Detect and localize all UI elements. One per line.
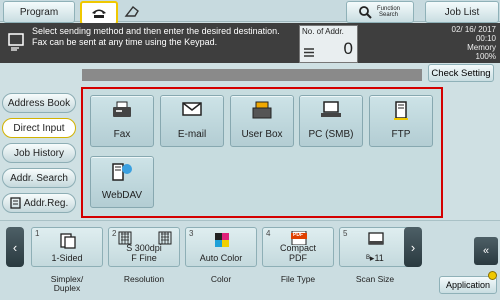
sidebar-item-direct-input[interactable]: Direct Input xyxy=(2,118,76,138)
one-sided-icon xyxy=(60,233,76,249)
address-count: 0 xyxy=(343,39,353,58)
input-bar xyxy=(82,69,422,81)
memory-value: 100% xyxy=(475,52,496,61)
application-button[interactable]: Application xyxy=(439,276,497,294)
resolution-setting[interactable]: 2 S 300dpi F Fine xyxy=(108,227,180,267)
scroll-right-button[interactable]: › xyxy=(404,227,422,267)
fax-mode-button[interactable] xyxy=(80,1,118,25)
check-setting-button[interactable]: Check Setting xyxy=(428,64,494,82)
webdav-tile[interactable]: WebDAV xyxy=(90,156,154,208)
pc-smb-tile[interactable]: PC (SMB) xyxy=(299,95,363,147)
register-icon xyxy=(10,197,21,209)
job-list-button[interactable]: Job List xyxy=(425,1,499,23)
search-icon xyxy=(358,6,372,19)
scan-size-icon xyxy=(368,232,384,245)
date-text: 02/ 16/ 2017 xyxy=(451,25,496,34)
list-icon xyxy=(304,48,314,57)
file-type-caption: File Type xyxy=(280,274,316,284)
instruction-line-2: Fax can be sent at any time using the Ke… xyxy=(32,37,218,47)
sidebar-item-job-history[interactable]: Job History xyxy=(2,143,76,163)
time-text: 00:10 xyxy=(475,34,496,43)
status-panel: 02/ 16/ 2017 00:10 Memory 100% xyxy=(406,25,496,61)
phone-icon xyxy=(92,9,106,18)
envelope-icon xyxy=(182,102,202,116)
memory-label: Memory xyxy=(467,43,496,52)
scan-size-caption: Scan Size xyxy=(355,274,395,284)
webdav-icon xyxy=(112,163,132,181)
program-button[interactable]: Program xyxy=(3,1,75,23)
color-icon xyxy=(215,233,229,247)
function-search-button[interactable]: Function Search xyxy=(346,1,414,23)
sidebar-item-address-book[interactable]: Address Book xyxy=(2,93,76,113)
scan-size-setting[interactable]: 5 ᴮ▸11 xyxy=(339,227,411,267)
chevron-left-icon: ‹ xyxy=(12,239,18,255)
email-tile[interactable]: E-mail xyxy=(160,95,224,147)
user-box-tile[interactable]: User Box xyxy=(230,95,294,147)
color-setting[interactable]: 3 Auto Color xyxy=(185,227,257,267)
settings-bar: ‹ 1 1-Sided Simplex/ Duplex 2 S 300dpi F… xyxy=(0,220,500,300)
color-caption: Color xyxy=(210,274,232,284)
double-chevron-left-icon: « xyxy=(482,245,490,257)
fax-tile[interactable]: Fax xyxy=(90,95,154,147)
scroll-left-button[interactable]: ‹ xyxy=(6,227,24,267)
message-bar: Select sending method and then enter the… xyxy=(0,23,500,63)
scan-mode-button[interactable] xyxy=(118,1,146,21)
simplex-duplex-setting[interactable]: 1 1-Sided xyxy=(31,227,103,267)
pc-icon xyxy=(321,101,341,117)
pdf-badge: PDF xyxy=(293,232,303,238)
ftp-tile[interactable]: FTP xyxy=(369,95,433,147)
direct-input-icon xyxy=(8,33,24,51)
instruction-text: Select sending method and then enter the… xyxy=(32,26,294,48)
sidebar-item-addr-search[interactable]: Addr. Search xyxy=(2,168,76,188)
scanner-icon xyxy=(124,6,139,17)
instruction-line-1: Select sending method and then enter the… xyxy=(32,26,280,36)
collapse-button[interactable]: « xyxy=(474,237,498,265)
file-type-setting[interactable]: 4 PDF Compact PDF xyxy=(262,227,334,267)
user-box-icon xyxy=(252,101,272,119)
application-indicator-icon xyxy=(488,271,497,280)
sidebar-item-addr-reg[interactable]: Addr.Reg. xyxy=(2,193,76,213)
resolution-caption: Resolution xyxy=(123,274,165,284)
simplex-duplex-caption: Simplex/ Duplex xyxy=(50,274,84,293)
address-counter: No. of Addr. 0 xyxy=(299,25,358,63)
fax-icon xyxy=(113,101,131,117)
top-bar: Program Function Search Job List xyxy=(0,0,500,25)
chevron-right-icon: › xyxy=(410,239,416,255)
ftp-icon xyxy=(394,101,408,120)
